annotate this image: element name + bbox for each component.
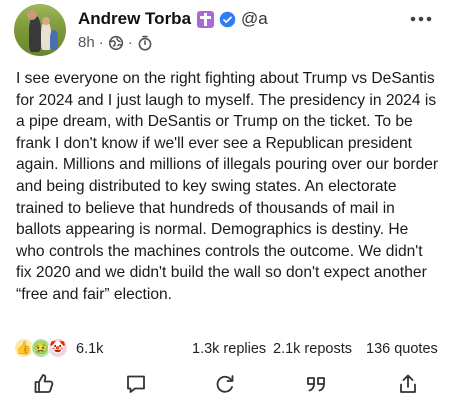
reaction-summary[interactable]: 👍 🤢 🤡 — [14, 338, 68, 358]
audience-icon — [108, 35, 123, 50]
post-text: I see everyone on the right fighting abo… — [16, 70, 439, 303]
repost-button[interactable] — [213, 372, 237, 396]
author-handle[interactable]: @a — [241, 9, 268, 29]
post-meta: 8h · · — [78, 34, 153, 51]
action-bar — [0, 372, 450, 398]
like-button[interactable] — [32, 372, 56, 396]
replies-count[interactable]: 1.3k replies — [192, 341, 266, 357]
reaction-count[interactable]: 6.1k — [76, 341, 103, 357]
separator: · — [127, 34, 133, 51]
timer-icon — [138, 35, 152, 51]
quote-button[interactable] — [304, 372, 328, 396]
post-stats: 👍 🤢 🤡 6.1k 1.3k replies 2.1k reposts 136… — [14, 338, 438, 362]
repost-icon — [216, 375, 234, 393]
quotes-count[interactable]: 136 quotes — [366, 341, 438, 357]
share-icon — [400, 374, 416, 393]
post-card: Andrew Torba @a 8h · · I see everyone on… — [0, 0, 450, 406]
cross-badge-icon — [197, 10, 215, 28]
like-icon — [34, 374, 54, 393]
comment-icon — [127, 375, 145, 393]
quote-icon — [307, 377, 325, 392]
author-name[interactable]: Andrew Torba — [78, 9, 191, 29]
clown-reaction-icon: 🤡 — [48, 338, 68, 358]
share-button[interactable] — [396, 372, 420, 396]
more-options-icon[interactable] — [408, 10, 434, 28]
timestamp: 8h — [78, 34, 95, 51]
author-header: Andrew Torba @a — [78, 9, 268, 29]
verified-icon — [219, 11, 236, 27]
separator: · — [98, 34, 104, 51]
reposts-count[interactable]: 2.1k reposts — [273, 341, 352, 357]
avatar[interactable] — [14, 4, 66, 56]
comment-button[interactable] — [124, 372, 148, 396]
